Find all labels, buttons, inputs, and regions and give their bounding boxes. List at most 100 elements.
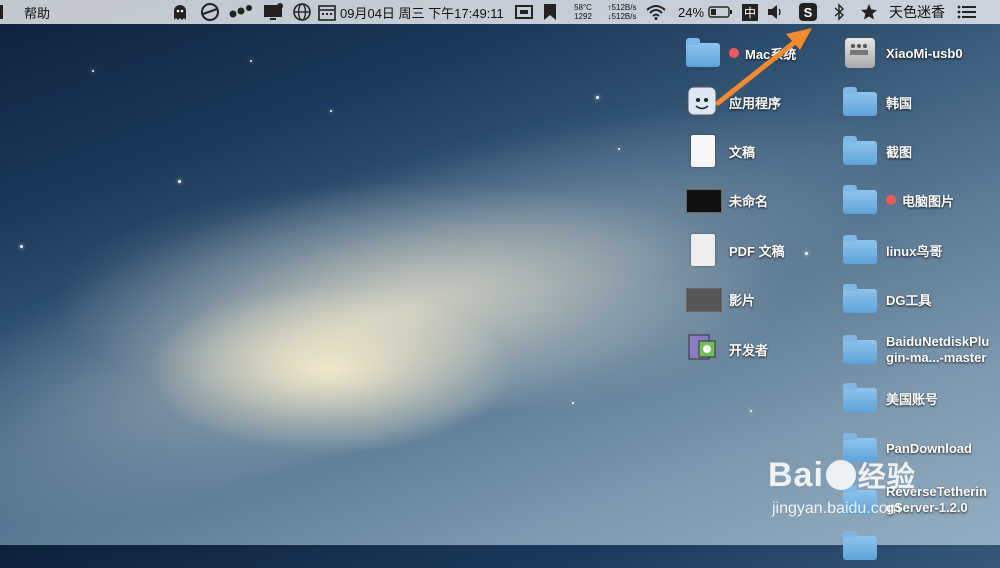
desktop-item-label: 开发者 xyxy=(729,342,769,358)
desktop-item-label: XiaoMi-usb0 xyxy=(886,45,963,61)
desktop-item-screenshots[interactable]: 截图 xyxy=(842,133,912,169)
desktop-item-applications[interactable]: 应用程序 xyxy=(685,84,781,120)
desktop-item-label: gin-ma...-master xyxy=(886,350,987,365)
user-name[interactable]: 天色迷香 xyxy=(889,0,945,24)
star xyxy=(330,110,332,112)
folder-icon xyxy=(842,182,878,218)
s-app-icon[interactable]: S xyxy=(797,0,819,24)
fan-speed: 1292 xyxy=(574,12,592,21)
desktop-item-label: PDF 文稿 xyxy=(729,243,785,259)
bluetooth-icon[interactable] xyxy=(832,0,846,24)
desktop-item-label: 文稿 xyxy=(729,144,756,160)
desktop-item-pdf[interactable]: PDF 文稿 xyxy=(685,232,785,268)
bookmark-icon[interactable] xyxy=(541,0,559,24)
monitor-icon[interactable] xyxy=(262,0,284,24)
net-up: ↑512B/s xyxy=(607,3,637,12)
baidu-watermark-logo: Bai 经验 xyxy=(768,455,916,495)
bracket-icon[interactable] xyxy=(514,0,534,24)
document-icon xyxy=(685,133,721,169)
desktop-item-label: PanDownload xyxy=(886,440,972,456)
cpu-temp: 58°C xyxy=(574,3,592,12)
user-name-label: 天色迷香 xyxy=(889,4,945,20)
desktop-item-baidunetdisk[interactable]: BaiduNetdiskPlu gin-ma...-master xyxy=(842,332,989,368)
red-tag-icon xyxy=(886,195,896,205)
pdf-document-icon xyxy=(685,232,721,268)
menubar: 帮助 09月04日 周三 下午17:49:11 58°C 1292 ↑512B/… xyxy=(0,0,1000,24)
star-icon[interactable] xyxy=(860,0,878,24)
desktop-item-label: linux鸟哥 xyxy=(886,243,943,259)
svg-text:S: S xyxy=(804,5,813,20)
globe-icon[interactable] xyxy=(292,0,312,24)
desktop-item-label: gServer-1.2.0 xyxy=(886,500,968,515)
watermark-brand2: 经验 xyxy=(857,461,916,492)
desktop-item-dg-tools[interactable]: DG工具 xyxy=(842,281,932,317)
folder-icon xyxy=(685,35,721,71)
desktop-item-label: Mac系统 xyxy=(745,46,797,62)
star xyxy=(92,70,94,72)
list-menu-icon[interactable] xyxy=(956,0,978,24)
red-tag-icon xyxy=(729,48,739,58)
star xyxy=(178,180,181,183)
folder-icon xyxy=(842,232,878,268)
star xyxy=(596,96,599,99)
battery-percent[interactable]: 24% xyxy=(678,0,704,24)
battery-label: 24% xyxy=(678,4,705,20)
desktop-item-label: 未命名 xyxy=(729,193,769,209)
folder-icon xyxy=(842,133,878,169)
star xyxy=(250,60,252,62)
desktop-item-linux[interactable]: linux鸟哥 xyxy=(842,232,942,268)
star xyxy=(750,410,752,412)
wifi-icon[interactable] xyxy=(645,0,667,24)
calendar-icon[interactable] xyxy=(317,0,337,24)
volume-icon[interactable] xyxy=(766,0,784,24)
net-down: ↓512B/s xyxy=(607,12,637,21)
help-menu[interactable]: 帮助 xyxy=(24,0,50,24)
network-drive-icon xyxy=(842,35,878,71)
folder-icon xyxy=(842,332,878,368)
desktop-item-untitled[interactable]: 未命名 xyxy=(685,182,768,218)
desktop-item-developer[interactable]: 开发者 xyxy=(685,331,768,367)
desktop-item-label: 韩国 xyxy=(886,95,913,111)
desktop-item-us-account[interactable]: 美国账号 xyxy=(842,380,938,416)
desktop-item-label: 截图 xyxy=(886,144,913,160)
desktop-item-mac-system[interactable]: Mac系统 xyxy=(685,35,796,71)
desktop-item-label: BaiduNetdiskPlu xyxy=(886,334,990,349)
dots-icon[interactable] xyxy=(228,0,254,24)
desktop-item-korea[interactable]: 韩国 xyxy=(842,84,912,120)
desktop-item-label: 应用程序 xyxy=(729,95,782,111)
folder-icon xyxy=(842,380,878,416)
input-method[interactable]: 中 xyxy=(742,0,759,24)
star xyxy=(805,252,808,255)
folder-icon xyxy=(842,281,878,317)
ghost-icon[interactable] xyxy=(170,0,190,24)
clock-circle-icon[interactable] xyxy=(200,0,220,24)
network-speed[interactable]: ↑512B/s ↓512B/s xyxy=(600,0,644,24)
paw-icon xyxy=(825,460,856,490)
menubar-edge xyxy=(0,0,6,24)
star xyxy=(618,148,620,150)
watermark-brand: Bai xyxy=(768,456,824,494)
baidu-watermark-url: jingyan.baidu.com xyxy=(772,500,901,518)
star xyxy=(572,402,574,404)
image-thumbnail-icon xyxy=(685,182,722,218)
desktop-item-label: 影片 xyxy=(729,292,756,308)
input-method-label: 中 xyxy=(742,3,759,21)
developer-tools-icon xyxy=(685,331,721,367)
desktop-item-documents[interactable]: 文稿 xyxy=(685,133,755,169)
desktop-item-label: 电脑图片 xyxy=(902,193,955,209)
star xyxy=(20,245,23,248)
desktop-item-computer-pictures[interactable]: 电脑图片 xyxy=(842,182,954,218)
desktop-item-xiaomi-usb[interactable]: XiaoMi-usb0 xyxy=(842,35,963,71)
battery-icon[interactable] xyxy=(707,0,733,24)
desktop-item-partial-folder[interactable] xyxy=(842,528,886,564)
date-time[interactable]: 09月04日 周三 下午17:49:11 xyxy=(340,0,504,24)
watermark-url: jingyan.baidu.com xyxy=(772,500,901,517)
movie-thumbnail-icon xyxy=(685,281,722,317)
finder-app-icon xyxy=(685,84,721,120)
desktop-item-movies[interactable]: 影片 xyxy=(685,281,755,317)
desktop-item-label: 美国账号 xyxy=(886,391,939,407)
folder-icon xyxy=(842,528,878,564)
folder-icon xyxy=(842,84,878,120)
desktop-item-label: DG工具 xyxy=(886,292,932,308)
sensor-readout[interactable]: 58°C 1292 xyxy=(568,0,598,24)
